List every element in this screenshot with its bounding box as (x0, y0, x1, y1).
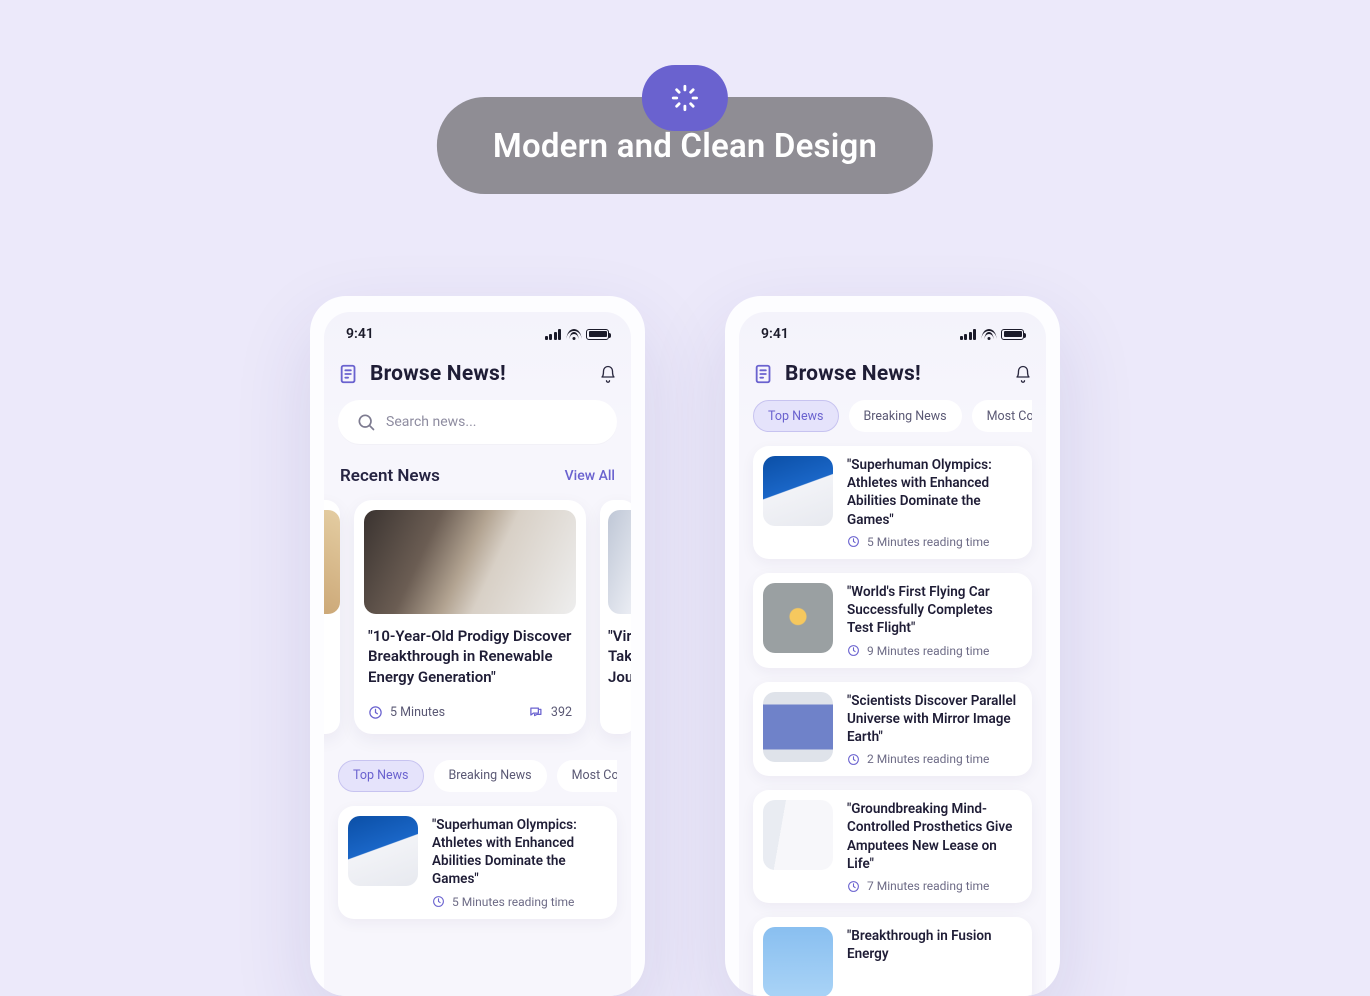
list-item-read-time: 2 Minutes reading time (867, 752, 989, 766)
phone-mock-left: 9:41 Browse News! Search news... Recent … (310, 296, 645, 996)
list-item[interactable]: "Groundbreaking Mind-Controlled Prosthet… (753, 790, 1032, 903)
tab-breaking-news[interactable]: Breaking News (434, 760, 547, 792)
search-icon (356, 412, 376, 432)
list-item-read-time: 5 Minutes reading time (867, 535, 989, 549)
list-thumb (763, 692, 833, 762)
list-item-title: "Scientists Discover Parallel Universe w… (847, 692, 1022, 747)
list-item-title: "Superhuman Olympics: Athletes with Enha… (432, 816, 607, 889)
list-thumb (763, 927, 833, 996)
list-item-title: "Superhuman Olympics: Athletes with Enha… (847, 456, 1022, 529)
list-thumb (763, 800, 833, 870)
wifi-icon (981, 329, 996, 340)
list-item[interactable]: "World's First Flying Car Successfully C… (753, 573, 1032, 668)
comments-icon (529, 705, 544, 720)
status-bar: 9:41 (338, 326, 617, 354)
list-thumb (348, 816, 418, 886)
carousel-card-prev[interactable] (324, 500, 340, 734)
page-title: Browse News! (785, 362, 921, 386)
clock-icon (847, 753, 860, 766)
phone-mock-right: 9:41 Browse News! Top News Breaking News… (725, 296, 1060, 996)
carousel-card-next[interactable]: "Vir Tak Jou (600, 500, 631, 734)
tab-breaking-news[interactable]: Breaking News (849, 400, 962, 432)
card-image (364, 510, 576, 614)
newspaper-icon (338, 363, 360, 385)
battery-icon (586, 329, 609, 340)
carousel-card[interactable]: "10-Year-Old Prodigy Discover Breakthrou… (354, 500, 586, 734)
clock-icon (847, 880, 860, 893)
list-item[interactable]: "Breakthrough in Fusion Energy (753, 917, 1032, 996)
recent-news-carousel[interactable]: "10-Year-Old Prodigy Discover Breakthrou… (324, 500, 617, 738)
clock-icon (368, 705, 383, 720)
wifi-icon (566, 329, 581, 340)
list-item-title: "World's First Flying Car Successfully C… (847, 583, 1022, 638)
status-time: 9:41 (761, 326, 789, 342)
tab-top-news[interactable]: Top News (338, 760, 424, 792)
clock-icon (847, 535, 860, 548)
status-bar: 9:41 (753, 326, 1032, 354)
list-item-read-time: 5 Minutes reading time (452, 895, 574, 909)
battery-icon (1001, 329, 1024, 340)
card-comment-count: 392 (551, 705, 572, 720)
list-item-title: "Groundbreaking Mind-Controlled Prosthet… (847, 800, 1022, 873)
page-header: Modern and Clean Design (437, 65, 933, 194)
tab-row[interactable]: Top News Breaking News Most Comment M (753, 400, 1032, 432)
list-item-title: "Breakthrough in Fusion Energy (847, 927, 1022, 963)
newspaper-icon (753, 363, 775, 385)
app-header: Browse News! (753, 362, 1032, 386)
clock-icon (432, 895, 445, 908)
list-thumb (763, 456, 833, 526)
signal-icon (545, 329, 562, 340)
list-item-read-time: 9 Minutes reading time (867, 644, 989, 658)
bell-icon[interactable] (1014, 364, 1032, 384)
search-placeholder: Search news... (386, 414, 476, 430)
tab-top-news[interactable]: Top News (753, 400, 839, 432)
list-thumb (763, 583, 833, 653)
signal-icon (960, 329, 977, 340)
search-input[interactable]: Search news... (338, 400, 617, 444)
list-item[interactable]: "Scientists Discover Parallel Universe w… (753, 682, 1032, 777)
list-item[interactable]: "Superhuman Olympics: Athletes with Enha… (338, 806, 617, 919)
tab-most-comment[interactable]: Most Comment (557, 760, 617, 792)
view-all-link[interactable]: View All (565, 468, 615, 484)
list-item-read-time: 7 Minutes reading time (867, 879, 989, 893)
section-title: Recent News (340, 466, 440, 486)
app-header: Browse News! (338, 362, 617, 386)
loading-icon (642, 65, 728, 131)
card-title: "10-Year-Old Prodigy Discover Breakthrou… (368, 626, 572, 687)
list-item[interactable]: "Superhuman Olympics: Athletes with Enha… (753, 446, 1032, 559)
bell-icon[interactable] (599, 364, 617, 384)
card-title-peek: "Vir Tak Jou (608, 626, 631, 687)
status-time: 9:41 (346, 326, 374, 342)
page-title: Browse News! (370, 362, 506, 386)
tab-row[interactable]: Top News Breaking News Most Comment M (338, 760, 617, 792)
news-list: "Superhuman Olympics: Athletes with Enha… (338, 806, 617, 919)
card-read-time: 5 Minutes (390, 705, 445, 720)
tab-most-comment[interactable]: Most Comment (972, 400, 1032, 432)
clock-icon (847, 644, 860, 657)
